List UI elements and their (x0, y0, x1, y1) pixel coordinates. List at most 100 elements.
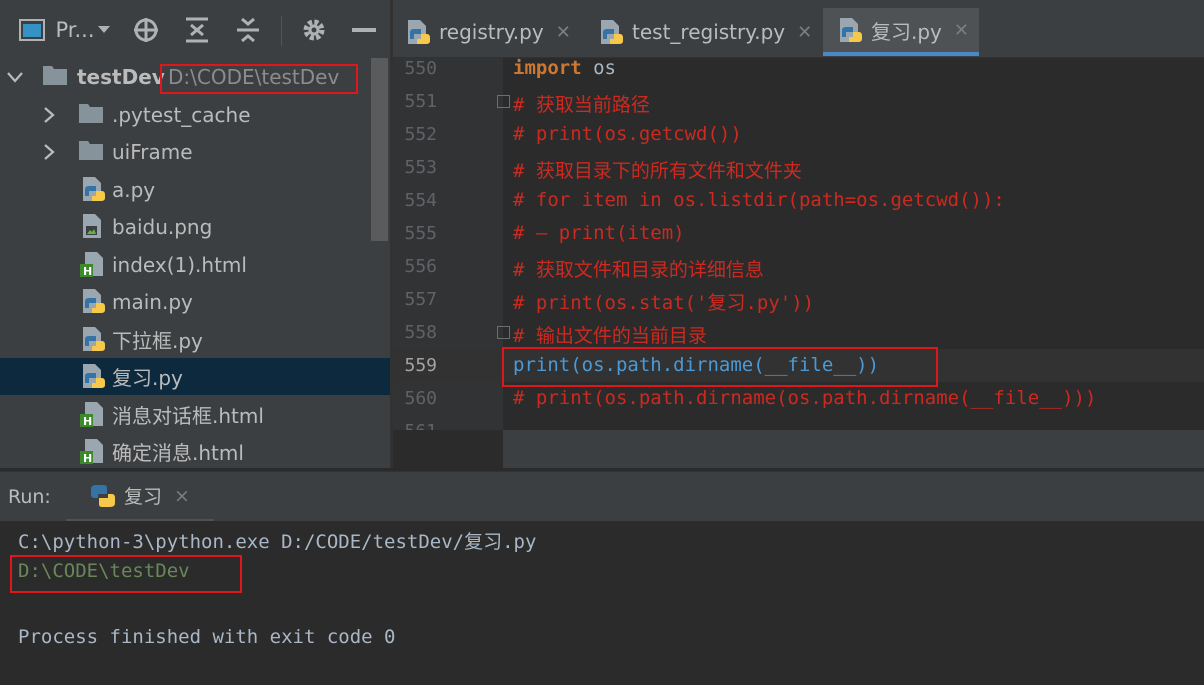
code-text: # 获取文件和目录的详细信息 (513, 259, 764, 281)
html-file-icon: H (80, 438, 106, 465)
locate-icon[interactable] (130, 10, 162, 50)
run-console-output[interactable]: C:\python-3\python.exe D:/CODE/testDev/复… (0, 521, 1204, 685)
tree-item-index-html[interactable]: H index(1).html (0, 246, 390, 283)
run-tab-label: 复习 (124, 486, 163, 508)
tree-item-label: uiFrame (112, 139, 193, 164)
python-file-icon (598, 19, 624, 45)
tree-item-confirm-message-html[interactable]: H 确定消息.html (0, 433, 390, 468)
tree-item-a-py[interactable]: a.py (0, 171, 390, 208)
code-text: # 获取目录下的所有文件和文件夹 (513, 160, 802, 182)
fold-marker-icon[interactable] (497, 95, 510, 108)
folder-icon (42, 64, 68, 90)
tree-scrollbar[interactable] (371, 58, 388, 241)
close-icon[interactable]: ✕ (556, 22, 571, 43)
tab-label: registry.py (439, 20, 544, 44)
python-file-icon (80, 326, 106, 352)
run-panel-header: Run: 复习 × (0, 471, 1204, 522)
folder-icon (78, 102, 104, 128)
collapse-all-icon[interactable] (232, 10, 264, 50)
dropdown-arrow-icon (97, 26, 110, 33)
tab-review-py[interactable]: 复习.py ✕ (823, 8, 979, 56)
code-text: import os (513, 58, 616, 79)
tree-item-uiframe[interactable]: uiFrame (0, 133, 390, 170)
code-line-560[interactable]: 560 # print(os.path.dirname(os.path.dirn… (393, 382, 1204, 415)
image-file-icon (80, 213, 106, 239)
editor-horizontal-scrollbar-track[interactable] (503, 430, 1204, 468)
python-icon (90, 483, 116, 509)
code-line-551[interactable]: 551 # 获取当前路径 (393, 85, 1204, 118)
code-line-553[interactable]: 553 # 获取目录下的所有文件和文件夹 (393, 151, 1204, 184)
tree-item-main-py[interactable]: main.py (0, 283, 390, 320)
tree-item-label: a.py (112, 177, 156, 202)
python-file-icon (837, 17, 863, 43)
code-text: # — print(item) (513, 222, 685, 244)
highlight-box-print-line (502, 347, 938, 387)
folder-icon (78, 139, 104, 165)
line-number: 555 (404, 223, 437, 244)
tree-item-label: 确定消息.html (112, 441, 244, 465)
code-text: # for item in os.listdir(path=os.getcwd(… (513, 189, 1005, 211)
line-number: 559 (404, 355, 437, 376)
tree-item-label: 复习.py (112, 366, 183, 390)
code-line-554[interactable]: 554 # for item in os.listdir(path=os.get… (393, 184, 1204, 217)
run-label: Run: (8, 486, 51, 508)
tree-item-label: 消息对话框.html (112, 404, 264, 428)
python-file-icon (80, 176, 106, 202)
highlight-box-output (10, 555, 242, 593)
expand-all-icon[interactable] (181, 10, 213, 50)
line-number: 560 (404, 388, 437, 409)
hide-icon[interactable] (350, 10, 378, 50)
tree-item-label: main.py (112, 289, 193, 314)
project-view-icon[interactable] (18, 10, 46, 50)
code-editor[interactable]: 550 import os 551 # 获取当前路径 552 # print(o… (393, 58, 1204, 468)
chevron-right-icon[interactable] (38, 141, 60, 163)
line-number: 552 (404, 124, 437, 145)
close-icon[interactable]: × (174, 485, 190, 507)
project-toolbar: Pr... (0, 0, 390, 58)
line-number: 557 (404, 289, 437, 310)
tree-item-label: 下拉框.py (112, 329, 203, 353)
code-line-557[interactable]: 557 # print(os.stat('复习.py')) (393, 283, 1204, 316)
highlight-box-root-path (160, 64, 358, 94)
tree-item-message-dialog-html[interactable]: H 消息对话框.html (0, 396, 390, 433)
line-number: 556 (404, 256, 437, 277)
console-line-command: C:\python-3\python.exe D:/CODE/testDev/复… (18, 531, 537, 553)
close-icon[interactable]: ✕ (954, 20, 969, 41)
fold-marker-icon[interactable] (497, 326, 510, 339)
tree-item-pytest-cache[interactable]: .pytest_cache (0, 96, 390, 133)
tab-test-registry-py[interactable]: test_registry.py ✕ (598, 8, 818, 56)
tree-item-label: .pytest_cache (112, 102, 251, 127)
code-line-561[interactable]: 561 (393, 415, 1204, 430)
editor-tab-bar: registry.py ✕ test_registry.py ✕ 复习.py ✕ (393, 0, 1204, 58)
chevron-right-icon[interactable] (38, 104, 60, 126)
project-view-selector[interactable]: Pr... (54, 10, 112, 50)
tab-registry-py[interactable]: registry.py ✕ (405, 8, 585, 56)
chevron-down-icon[interactable] (4, 66, 26, 88)
svg-text:H: H (83, 415, 92, 428)
run-tab-review[interactable]: 复习 × (66, 472, 214, 522)
python-file-icon (405, 19, 431, 45)
project-view-title: Pr... (55, 18, 95, 42)
line-number: 553 (404, 157, 437, 178)
tree-item-label: baidu.png (112, 214, 213, 239)
close-icon[interactable]: ✕ (797, 22, 812, 43)
code-line-555[interactable]: 555 # — print(item) (393, 217, 1204, 250)
code-line-552[interactable]: 552 # print(os.getcwd()) (393, 118, 1204, 151)
line-number: 558 (404, 322, 437, 343)
python-file-icon (80, 288, 106, 314)
tab-label: test_registry.py (632, 20, 786, 44)
line-number: 550 (404, 58, 437, 79)
html-file-icon: H (80, 401, 106, 428)
code-text: # print(os.path.dirname(os.path.dirname(… (513, 387, 1097, 409)
code-text: # print(os.stat('复习.py')) (513, 292, 815, 314)
code-text: # 获取当前路径 (513, 94, 650, 116)
line-number: 554 (404, 190, 437, 211)
tree-item-dropdown-py[interactable]: 下拉框.py (0, 321, 390, 358)
settings-gear-icon[interactable] (298, 10, 330, 50)
code-line-550[interactable]: 550 import os (393, 58, 1204, 85)
line-number: 551 (404, 91, 437, 112)
code-line-556[interactable]: 556 # 获取文件和目录的详细信息 (393, 250, 1204, 283)
tree-item-review-py[interactable]: 复习.py (0, 358, 390, 395)
tree-item-baidu-png[interactable]: baidu.png (0, 208, 390, 245)
code-line-558[interactable]: 558 # 输出文件的当前目录 (393, 316, 1204, 349)
